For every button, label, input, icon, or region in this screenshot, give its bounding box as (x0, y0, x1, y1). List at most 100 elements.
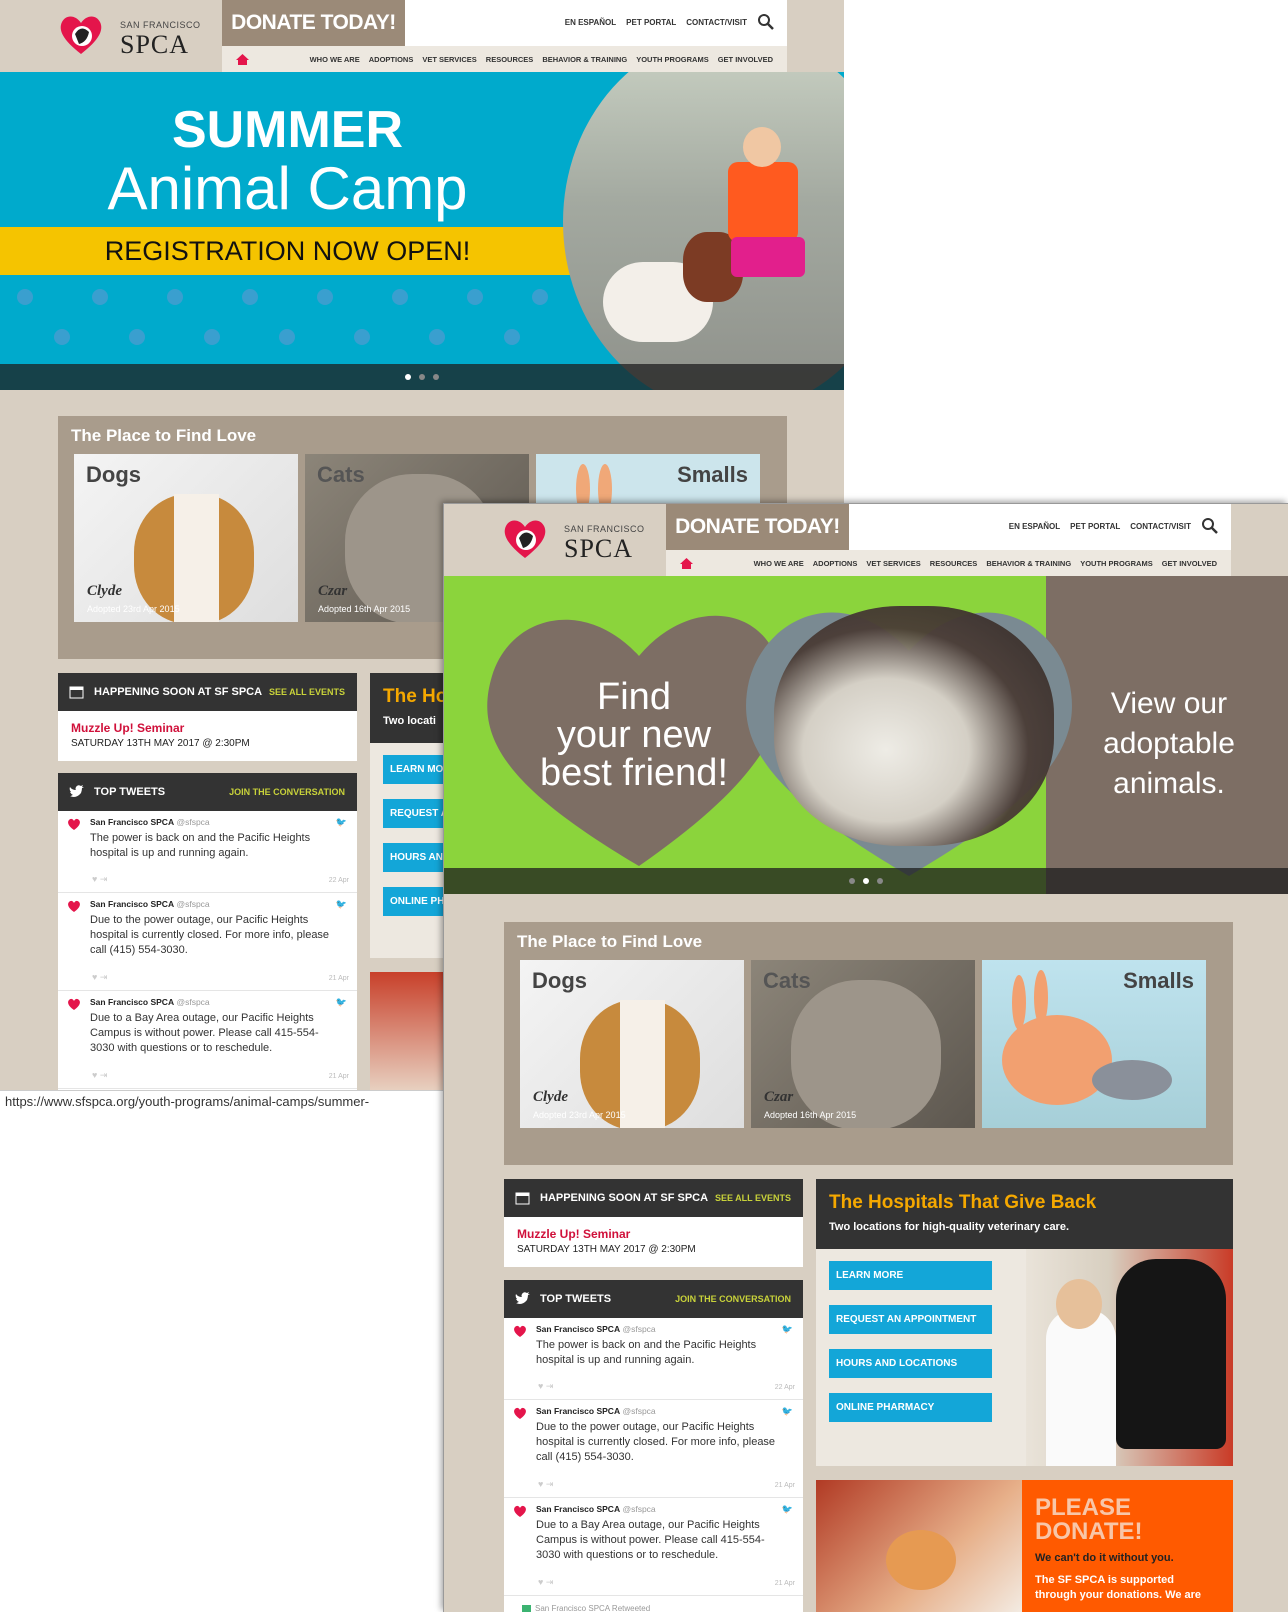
link-contact-visit[interactable]: CONTACT/VISIT (1130, 522, 1191, 531)
hours-locations-button[interactable]: HOURS AND LOCATIONS (829, 1349, 992, 1378)
hospitals-subtitle: Two locations for high-quality veterinar… (829, 1221, 1070, 1233)
find-love-title: The Place to Find Love (517, 932, 703, 951)
event-item[interactable]: Muzzle Up! Seminar SATURDAY 13TH MAY 201… (58, 711, 357, 761)
event-item[interactable]: Muzzle Up! Seminar SATURDAY 13TH MAY 201… (504, 1217, 803, 1267)
tweets-title: TOP TWEETS (540, 1293, 612, 1305)
hospital-photo-vet-dog (1026, 1249, 1233, 1466)
donate-body-1: The SF SPCA is supported (1035, 1574, 1174, 1586)
event-name[interactable]: Muzzle Up! Seminar (517, 1227, 630, 1241)
spca-avatar-icon (68, 998, 80, 1010)
tile-dogs-adopted: Adopted 23rd Apr 2015 (533, 1110, 626, 1120)
nav-youth-programs[interactable]: YOUTH PROGRAMS (636, 55, 709, 64)
carousel-dot-2[interactable] (419, 374, 425, 380)
nav-who-we-are[interactable]: WHO WE ARE (754, 559, 804, 568)
tile-cats[interactable]: Cats Czar Adopted 16th Apr 2015 (751, 960, 975, 1128)
hospitals-title-cropped: The Ho (383, 686, 448, 707)
hero-carousel-adopt[interactable]: Find your new best friend! View our adop… (444, 576, 1288, 894)
link-pet-portal[interactable]: PET PORTAL (1070, 522, 1120, 531)
link-pet-portal[interactable]: PET PORTAL (626, 18, 676, 27)
tile-smalls[interactable]: Smalls (982, 960, 1206, 1128)
tweet-item[interactable]: San Francisco SPCA @sfspca 🐦 The power i… (504, 1318, 803, 1400)
nav-vet-services[interactable]: VET SERVICES (866, 559, 920, 568)
carousel-dot-2[interactable] (863, 878, 869, 884)
tile-cats-adopted: Adopted 16th Apr 2015 (764, 1110, 857, 1120)
carousel-dot-3[interactable] (433, 374, 439, 380)
tweet-item[interactable]: San Francisco SPCA @sfspca 🐦 The power i… (58, 811, 357, 893)
carousel-dot-3[interactable] (877, 878, 883, 884)
hero-left-line-2: your new (556, 714, 712, 756)
find-love-title: The Place to Find Love (71, 426, 257, 445)
tile-dogs[interactable]: Dogs Clyde Adopted 23rd Apr 2015 (520, 960, 744, 1128)
donate-photo-kitten (816, 1480, 1022, 1612)
online-pharmacy-button[interactable]: ONLINE PHARMACY (829, 1393, 992, 1422)
hero-left-line-1: Find (597, 676, 671, 718)
home-icon[interactable] (680, 558, 693, 569)
join-conversation-link[interactable]: JOIN THE CONVERSATION (675, 1294, 791, 1304)
carousel-dot-1[interactable] (405, 374, 411, 380)
tweet-actions-icons[interactable]: ♥ ⇥ (538, 1381, 553, 1392)
tile-dogs-adopted: Adopted 23rd Apr 2015 (87, 604, 180, 614)
donate-today-button[interactable]: DONATE TODAY! (222, 0, 405, 46)
tile-dogs-name: Clyde (533, 1089, 568, 1105)
search-icon[interactable] (1201, 517, 1219, 535)
home-icon[interactable] (236, 54, 249, 65)
tweet-actions-icons[interactable]: ♥ ⇥ (92, 972, 107, 983)
tile-cats-name: Czar (318, 583, 348, 599)
hero-carousel-summer-camp[interactable]: SUMMER Animal Camp REGISTRATION NOW OPEN… (0, 72, 844, 390)
nav-resources[interactable]: RESOURCES (930, 559, 978, 568)
tweet-author: San Francisco SPCA @sfspca (90, 997, 210, 1007)
learn-more-button[interactable]: LEARN MORE (829, 1261, 992, 1290)
nav-vet-services[interactable]: VET SERVICES (422, 55, 476, 64)
donate-title-2: DONATE! (1035, 1518, 1143, 1545)
nav-adoptions[interactable]: ADOPTIONS (813, 559, 858, 568)
logo-big-text: SPCA (120, 30, 190, 59)
carousel-dot-1[interactable] (849, 878, 855, 884)
link-en-espanol[interactable]: EN ESPAÑOL (565, 18, 616, 27)
search-icon[interactable] (757, 13, 775, 31)
link-contact-visit[interactable]: CONTACT/VISIT (686, 18, 747, 27)
spca-avatar-icon (514, 1325, 526, 1337)
tweet-author: San Francisco SPCA @sfspca (90, 817, 210, 827)
heart-logo-icon (504, 520, 546, 558)
tweet-actions-icons[interactable]: ♥ ⇥ (538, 1479, 553, 1490)
sf-spca-logo[interactable]: SAN FRANCISCO SPCA (58, 8, 218, 64)
event-name[interactable]: Muzzle Up! Seminar (71, 721, 184, 735)
nav-youth-programs[interactable]: YOUTH PROGRAMS (1080, 559, 1153, 568)
tweet-date: 21 Apr (774, 1482, 795, 1489)
request-appointment-button[interactable]: REQUEST AN APPOINTMENT (829, 1305, 992, 1334)
hero-photo-girl-dog (563, 72, 844, 390)
nav-get-involved[interactable]: GET INVOLVED (1162, 559, 1217, 568)
tile-dogs[interactable]: Dogs Clyde Adopted 23rd Apr 2015 (74, 454, 298, 622)
twitter-bird-icon (515, 1292, 530, 1304)
see-all-events-link[interactable]: SEE ALL EVENTS (269, 687, 345, 697)
nav-who-we-are[interactable]: WHO WE ARE (310, 55, 360, 64)
nav-resources[interactable]: RESOURCES (486, 55, 534, 64)
tile-cats-label: Cats (763, 968, 811, 993)
twitter-bird-icon (69, 785, 84, 797)
status-bar-url: https://www.sfspca.org/youth-programs/an… (0, 1090, 443, 1112)
nav-behavior-training[interactable]: BEHAVIOR & TRAINING (986, 559, 1071, 568)
hero-right-line-3: animals. (1113, 767, 1225, 800)
events-title: HAPPENING SOON AT SF SPCA (94, 686, 263, 698)
tweet-actions-icons[interactable]: ♥ ⇥ (92, 1070, 107, 1081)
tweets-header: TOP TWEETS JOIN THE CONVERSATION (504, 1280, 803, 1318)
join-conversation-link[interactable]: JOIN THE CONVERSATION (229, 787, 345, 797)
tile-smalls-label: Smalls (1123, 968, 1194, 993)
tweet-actions-icons[interactable]: ♥ ⇥ (538, 1577, 553, 1588)
tweet-item[interactable]: San Francisco SPCA @sfspca 🐦 Due to the … (504, 1400, 803, 1498)
tweet-actions-icons[interactable]: ♥ ⇥ (92, 874, 107, 885)
site-header: SAN FRANCISCO SPCA DONATE TODAY! EN ESPA… (444, 504, 1288, 576)
see-all-events-link[interactable]: SEE ALL EVENTS (715, 1193, 791, 1203)
tweet-text: The power is back on and the Pacific Hei… (536, 1339, 757, 1366)
donate-today-button[interactable]: DONATE TODAY! (666, 504, 849, 550)
link-en-espanol[interactable]: EN ESPAÑOL (1009, 522, 1060, 531)
tweet-author: San Francisco SPCA @sfspca (90, 899, 210, 909)
tweet-item[interactable]: San Francisco SPCA @sfspca 🐦 Due to a Ba… (504, 1498, 803, 1596)
sf-spca-logo[interactable]: SAN FRANCISCO SPCA (502, 512, 662, 568)
nav-get-involved[interactable]: GET INVOLVED (718, 55, 773, 64)
nav-adoptions[interactable]: ADOPTIONS (369, 55, 414, 64)
tweet-item[interactable]: San Francisco SPCA @sfspca 🐦 Due to a Ba… (58, 991, 357, 1089)
donate-box[interactable]: PLEASE DONATE! We can't do it without yo… (816, 1480, 1233, 1612)
tweet-item[interactable]: San Francisco SPCA @sfspca 🐦 Due to the … (58, 893, 357, 991)
nav-behavior-training[interactable]: BEHAVIOR & TRAINING (542, 55, 627, 64)
